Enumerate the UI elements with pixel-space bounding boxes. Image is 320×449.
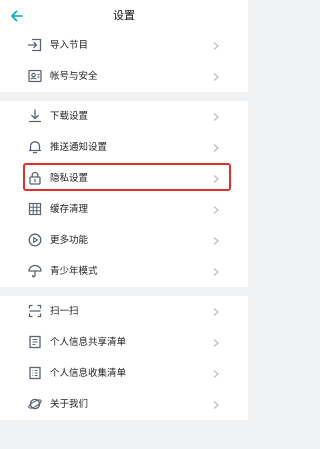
settings-item-label: 下载设置 <box>50 111 89 122</box>
top-bar: 设置 <box>0 0 248 32</box>
chevron-right-icon <box>211 235 221 247</box>
settings-item-label: 青少年模式 <box>50 266 98 277</box>
settings-item-label: 关于我们 <box>50 399 89 410</box>
settings-group-account: 导入节目 帐号与安全 <box>0 30 248 92</box>
settings-item-label: 推送通知设置 <box>50 142 108 153</box>
scan-icon <box>27 303 43 319</box>
download-icon <box>27 108 43 124</box>
chevron-right-icon <box>211 40 221 52</box>
document-icon <box>27 334 43 350</box>
grid-icon <box>27 201 43 217</box>
import-icon <box>27 37 43 53</box>
chevron-right-icon <box>211 399 221 411</box>
play-circle-icon <box>27 232 43 248</box>
settings-item-notifications[interactable]: 推送通知设置 <box>0 132 248 163</box>
settings-item-label: 导入节目 <box>50 40 89 51</box>
settings-item-teen-mode[interactable]: 青少年模式 <box>0 256 248 287</box>
umbrella-icon <box>27 263 43 279</box>
settings-item-account-security[interactable]: 帐号与安全 <box>0 61 248 92</box>
account-security-icon <box>27 68 43 84</box>
settings-item-label: 个人信息共享清单 <box>50 337 127 348</box>
settings-item-import[interactable]: 导入节目 <box>0 30 248 61</box>
chevron-right-icon <box>211 111 221 123</box>
highlight-box <box>23 163 231 191</box>
settings-item-label: 帐号与安全 <box>50 71 98 82</box>
settings-item-label: 扫一扫 <box>50 306 79 317</box>
settings-item-about-us[interactable]: 关于我们 <box>0 389 248 420</box>
chevron-right-icon <box>211 337 221 349</box>
chevron-right-icon <box>211 204 221 216</box>
settings-item-cache[interactable]: 缓存清理 <box>0 194 248 225</box>
settings-item-more-features[interactable]: 更多功能 <box>0 225 248 256</box>
document-list-icon <box>27 365 43 381</box>
settings-item-info-sharing-list[interactable]: 个人信息共享清单 <box>0 327 248 358</box>
chevron-right-icon <box>211 368 221 380</box>
settings-item-label: 缓存清理 <box>50 204 89 215</box>
settings-group-other: 扫一扫 个人信息共享清单 个人信息收集清单 关于我们 <box>0 296 248 420</box>
settings-item-label: 更多功能 <box>50 235 89 246</box>
page-title: 设置 <box>113 9 135 22</box>
chevron-right-icon <box>211 142 221 154</box>
planet-icon <box>27 396 43 412</box>
settings-group-general: 下载设置 推送通知设置 隐私设置 缓存清理 更多功能 青少年模式 <box>0 101 248 287</box>
settings-item-info-collection-list[interactable]: 个人信息收集清单 <box>0 358 248 389</box>
bell-icon <box>27 139 43 155</box>
chevron-right-icon <box>211 306 221 318</box>
settings-item-label: 个人信息收集清单 <box>50 368 127 379</box>
settings-item-scan[interactable]: 扫一扫 <box>0 296 248 327</box>
chevron-right-icon <box>211 71 221 83</box>
settings-item-download[interactable]: 下载设置 <box>0 101 248 132</box>
chevron-right-icon <box>211 266 221 278</box>
